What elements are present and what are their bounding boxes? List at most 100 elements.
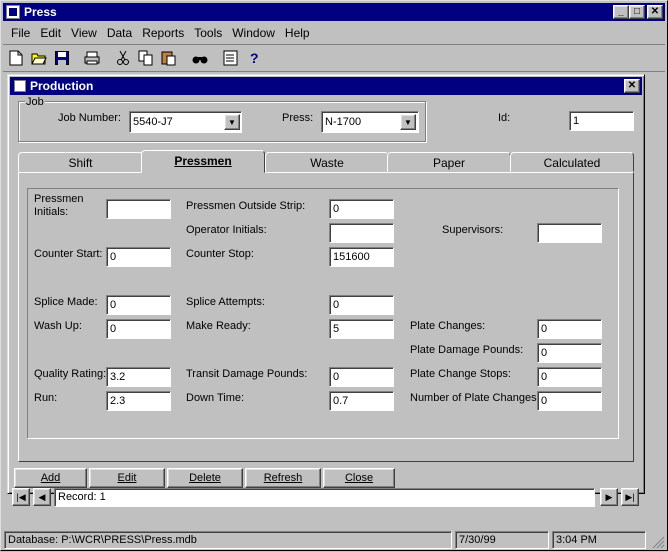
press-label: Press: xyxy=(282,112,314,124)
menu-reports[interactable]: Reports xyxy=(142,26,184,40)
next-record-icon: ▶ xyxy=(605,491,613,502)
properties-icon[interactable] xyxy=(220,47,242,69)
supervisors-field[interactable] xyxy=(537,223,602,243)
close-production-button[interactable]: ✕ xyxy=(624,79,640,93)
menu-data[interactable]: Data xyxy=(107,26,132,40)
svg-text:?: ? xyxy=(250,50,259,66)
job-group-label: Job xyxy=(25,96,45,108)
run-field[interactable]: 2.3 xyxy=(106,391,171,411)
first-record-icon: |◀ xyxy=(16,491,26,502)
tab-waste[interactable]: Waste xyxy=(265,152,389,172)
tab-pressmen[interactable]: Pressmen xyxy=(141,150,265,173)
splice-made-field[interactable]: 0 xyxy=(106,295,171,315)
delete-button[interactable]: Delete xyxy=(167,468,243,488)
pressmen-initials-field[interactable] xyxy=(106,199,171,219)
make-ready-label: Make Ready: xyxy=(186,320,251,332)
form-icon xyxy=(14,80,26,92)
make-ready-field[interactable]: 5 xyxy=(329,319,394,339)
new-icon[interactable] xyxy=(5,47,27,69)
wash-up-field[interactable]: 0 xyxy=(106,319,171,339)
quality-rating-field[interactable]: 3.2 xyxy=(106,367,171,387)
production-title: Production xyxy=(30,79,94,93)
add-button[interactable]: Add xyxy=(14,468,87,488)
app-icon xyxy=(6,5,20,19)
help-icon[interactable]: ? xyxy=(243,47,265,69)
plate-damage-field[interactable]: 0 xyxy=(537,343,602,363)
next-record-button[interactable]: ▶ xyxy=(600,488,618,506)
operator-initials-label: Operator Initials: xyxy=(186,224,267,236)
menu-bar: File Edit View Data Reports Tools Window… xyxy=(11,26,320,40)
transit-damage-label: Transit Damage Pounds: xyxy=(186,368,308,380)
tab-calculated[interactable]: Calculated xyxy=(510,152,634,172)
record-indicator[interactable]: Record: 1 xyxy=(54,488,595,507)
transit-damage-field[interactable]: 0 xyxy=(329,367,394,387)
counter-start-field[interactable]: 0 xyxy=(106,247,171,267)
production-titlebar[interactable]: Production xyxy=(10,77,642,95)
outside-strip-field[interactable]: 0 xyxy=(329,199,394,219)
menu-view[interactable]: View xyxy=(71,26,97,40)
close-app-button[interactable]: ✕ xyxy=(647,5,663,19)
previous-record-button[interactable]: ◀ xyxy=(33,488,51,506)
menu-edit[interactable]: Edit xyxy=(40,26,61,40)
last-record-icon: ▶| xyxy=(625,491,635,502)
first-record-button[interactable]: |◀ xyxy=(12,488,30,506)
wash-up-label: Wash Up: xyxy=(34,320,82,332)
counter-start-label: Counter Start: xyxy=(34,248,103,260)
refresh-button[interactable]: Refresh xyxy=(245,468,321,488)
menu-file[interactable]: File xyxy=(11,26,30,40)
operator-initials-field[interactable] xyxy=(329,223,394,243)
last-record-button[interactable]: ▶| xyxy=(621,488,639,506)
close-button[interactable]: Close xyxy=(323,468,395,488)
plate-changes-field[interactable]: 0 xyxy=(537,319,602,339)
find-icon[interactable] xyxy=(189,47,211,69)
menu-window[interactable]: Window xyxy=(232,26,275,40)
num-plate-changes-label: Number of Plate Changes: xyxy=(410,392,540,404)
id-field[interactable]: 1 xyxy=(569,111,634,131)
down-time-label: Down Time: xyxy=(186,392,245,404)
app-window: Press _ □ ✕ File Edit View Data Reports … xyxy=(0,0,668,551)
splice-attempts-field[interactable]: 0 xyxy=(329,295,394,315)
job-number-dropdown-button[interactable]: ▼ xyxy=(224,114,240,130)
copy-icon[interactable] xyxy=(135,47,157,69)
status-date: 7/30/99 xyxy=(455,531,549,549)
counter-stop-field[interactable]: 151600 xyxy=(329,247,394,267)
previous-record-icon: ◀ xyxy=(38,491,46,502)
app-titlebar[interactable]: Press xyxy=(3,3,665,21)
job-number-label: Job Number: xyxy=(58,112,121,124)
job-number-value: 5540-J7 xyxy=(133,116,173,128)
counter-stop-label: Counter Stop: xyxy=(186,248,254,260)
tab-paper[interactable]: Paper xyxy=(387,152,511,172)
plate-changes-label: Plate Changes: xyxy=(410,320,486,332)
outside-strip-label: Pressmen Outside Strip: xyxy=(186,200,306,212)
pressmen-initials-label: Pressmen Initials: xyxy=(34,193,84,218)
press-value: N-1700 xyxy=(325,116,362,128)
save-icon[interactable] xyxy=(51,47,73,69)
splice-made-label: Splice Made: xyxy=(34,296,98,308)
edit-button[interactable]: Edit xyxy=(89,468,165,488)
print-icon[interactable] xyxy=(81,47,103,69)
press-dropdown-button[interactable]: ▼ xyxy=(400,114,416,130)
open-icon[interactable] xyxy=(28,47,50,69)
paste-icon[interactable] xyxy=(158,47,180,69)
down-time-field[interactable]: 0.7 xyxy=(329,391,394,411)
menu-tools[interactable]: Tools xyxy=(194,26,222,40)
plate-damage-label: Plate Damage Pounds: xyxy=(410,344,524,356)
minimize-button[interactable]: _ xyxy=(613,5,629,19)
plate-change-stops-label: Plate Change Stops: xyxy=(410,368,511,380)
resize-grip-icon[interactable] xyxy=(649,533,665,549)
maximize-button[interactable]: □ xyxy=(629,5,645,19)
splice-attempts-label: Splice Attempts: xyxy=(186,296,265,308)
num-plate-changes-field[interactable]: 0 xyxy=(537,391,602,411)
app-title: Press xyxy=(24,5,57,19)
menu-help[interactable]: Help xyxy=(285,26,310,40)
chevron-down-icon: ▼ xyxy=(228,117,236,127)
status-database: Database: P:\WCR\PRESS\Press.mdb xyxy=(4,531,452,549)
tab-shift[interactable]: Shift xyxy=(18,152,143,172)
id-label: Id: xyxy=(498,112,511,124)
cut-icon[interactable] xyxy=(112,47,134,69)
supervisors-label: Supervisors: xyxy=(442,224,504,236)
chevron-down-icon: ▼ xyxy=(404,117,412,127)
quality-rating-label: Quality Rating: xyxy=(34,368,107,380)
status-time: 3:04 PM xyxy=(552,531,646,549)
plate-change-stops-field[interactable]: 0 xyxy=(537,367,602,387)
